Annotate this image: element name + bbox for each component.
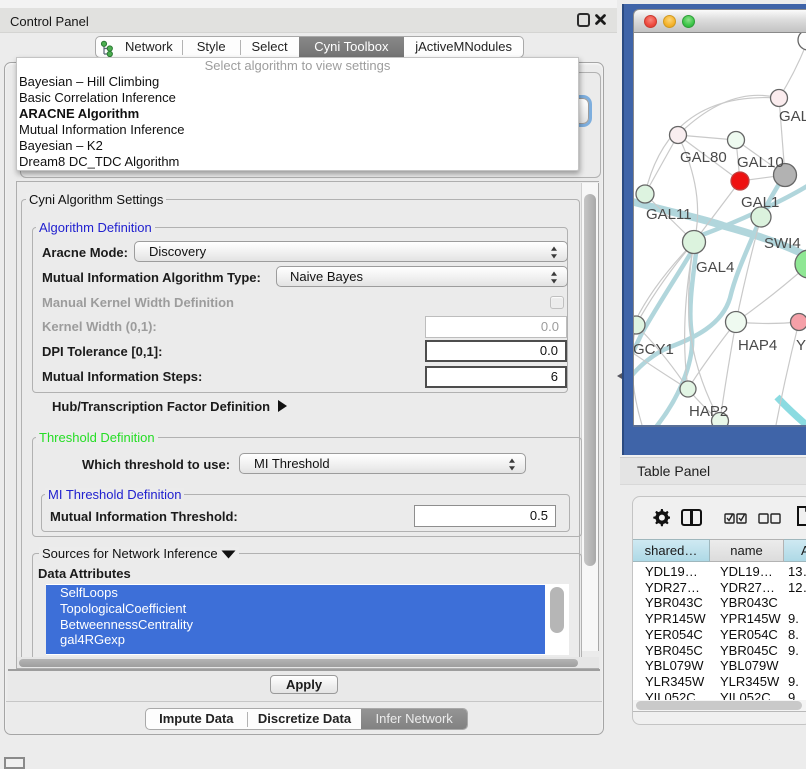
svg-text:GAL8: GAL8 [779, 108, 806, 125]
svg-text:HAP4: HAP4 [738, 337, 777, 354]
svg-text:GCY1: GCY1 [634, 341, 674, 358]
svg-text:SWI4: SWI4 [764, 235, 801, 252]
svg-text:Y: Y [796, 337, 806, 354]
svg-text:HAP2: HAP2 [689, 403, 728, 420]
svg-text:GAL10: GAL10 [737, 154, 784, 171]
svg-text:GAL4: GAL4 [696, 259, 734, 276]
svg-text:GAL1: GAL1 [741, 194, 779, 211]
svg-text:GAL11: GAL11 [646, 206, 692, 223]
svg-text:GAL80: GAL80 [680, 149, 727, 166]
